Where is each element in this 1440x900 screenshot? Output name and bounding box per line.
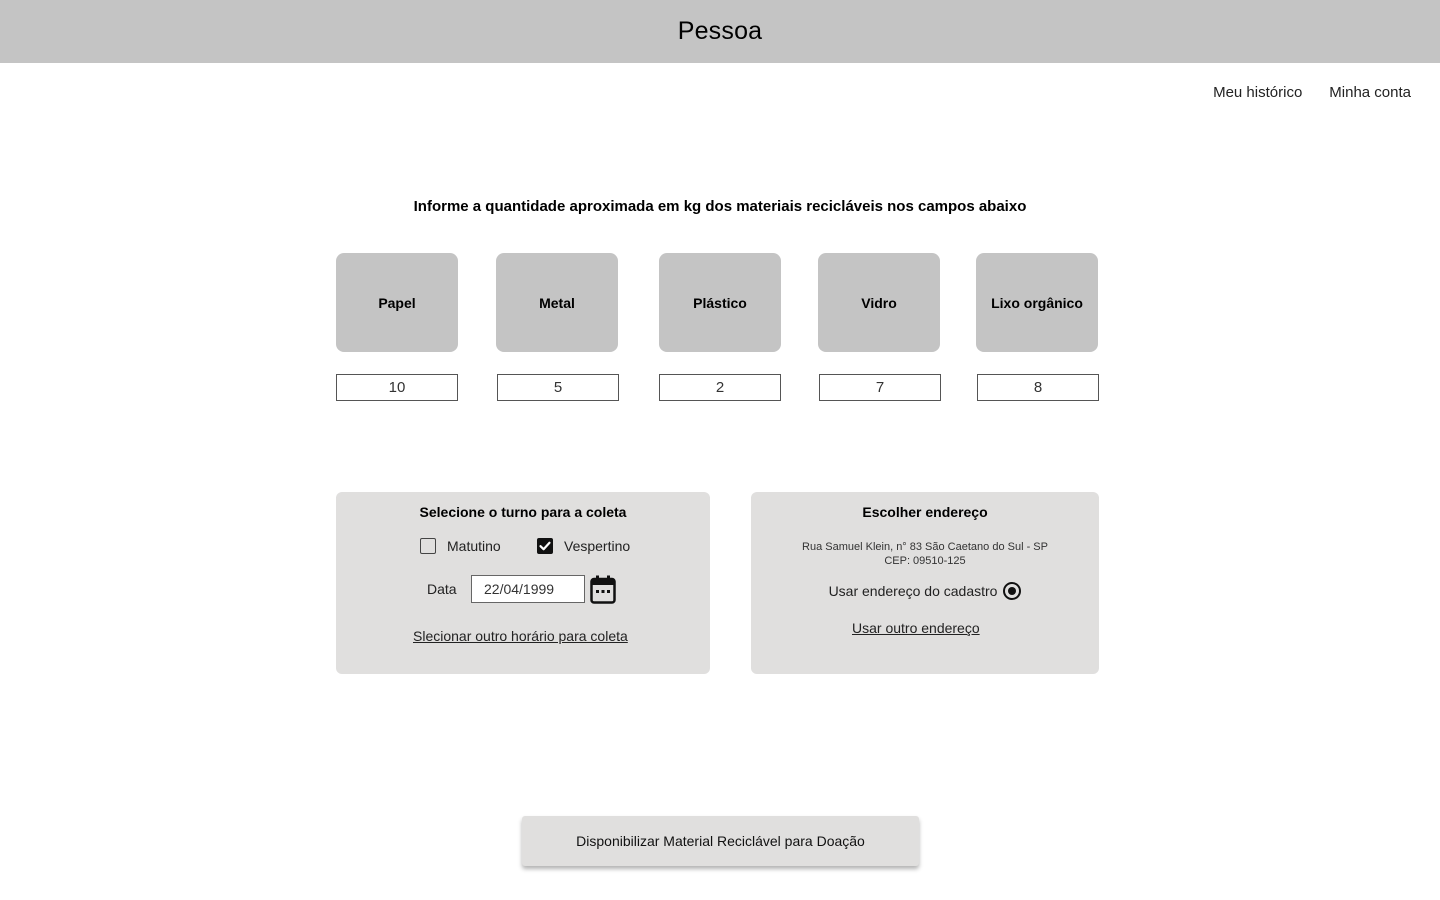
quantity-input-plastico[interactable] <box>659 374 781 401</box>
radio-selected-dot <box>1008 587 1017 595</box>
material-tile-vidro[interactable]: Vidro <box>818 253 940 352</box>
material-tile-metal[interactable]: Metal <box>496 253 618 352</box>
material-tile-lixo-organico[interactable]: Lixo orgânico <box>976 253 1098 352</box>
quantity-input-lixo-organico[interactable] <box>977 374 1099 401</box>
material-tile-papel[interactable]: Papel <box>336 253 458 352</box>
page-title: Pessoa <box>677 17 763 45</box>
other-time-link[interactable]: Slecionar outro horário para coleta <box>413 628 628 644</box>
donate-material-button[interactable]: Disponibilizar Material Reciclável para … <box>522 816 919 866</box>
date-input[interactable] <box>471 575 585 603</box>
matutino-label: Matutino <box>447 538 501 554</box>
instruction-text: Informe a quantidade aproximada em kg do… <box>413 198 1027 215</box>
checkmark-icon <box>539 541 551 551</box>
quantity-input-metal[interactable] <box>497 374 619 401</box>
matutino-checkbox[interactable] <box>420 538 436 554</box>
vespertino-checkbox[interactable] <box>537 538 553 554</box>
vespertino-label: Vespertino <box>564 538 631 554</box>
other-address-link[interactable]: Usar outro endereço <box>852 620 980 636</box>
use-registered-address-label: Usar endereço do cadastro <box>828 583 998 599</box>
date-label: Data <box>427 581 457 597</box>
app-header: Pessoa <box>0 0 1440 63</box>
material-tile-plastico[interactable]: Plástico <box>659 253 781 352</box>
address-panel-title: Escolher endereço <box>862 504 988 520</box>
use-registered-address-radio[interactable] <box>1003 582 1022 600</box>
registered-address: Rua Samuel Klein, n° 83 São Caetano do S… <box>751 540 1099 568</box>
top-nav: Meu histórico Minha conta <box>1213 84 1411 101</box>
nav-history-link[interactable]: Meu histórico <box>1213 84 1302 101</box>
shift-panel-title: Selecione o turno para a coleta <box>419 504 627 520</box>
calendar-icon[interactable] <box>590 575 616 604</box>
address-line-2: CEP: 09510-125 <box>884 555 966 567</box>
nav-account-link[interactable]: Minha conta <box>1329 84 1411 101</box>
shift-option-vespertino[interactable]: Vespertino <box>537 538 630 554</box>
address-line-1: Rua Samuel Klein, n° 83 São Caetano do S… <box>802 541 1048 553</box>
use-registered-address-option[interactable]: Usar endereço do cadastro <box>751 582 1099 600</box>
quantity-input-vidro[interactable] <box>819 374 941 401</box>
shift-option-matutino[interactable]: Matutino <box>420 538 501 554</box>
quantity-input-papel[interactable] <box>336 374 458 401</box>
